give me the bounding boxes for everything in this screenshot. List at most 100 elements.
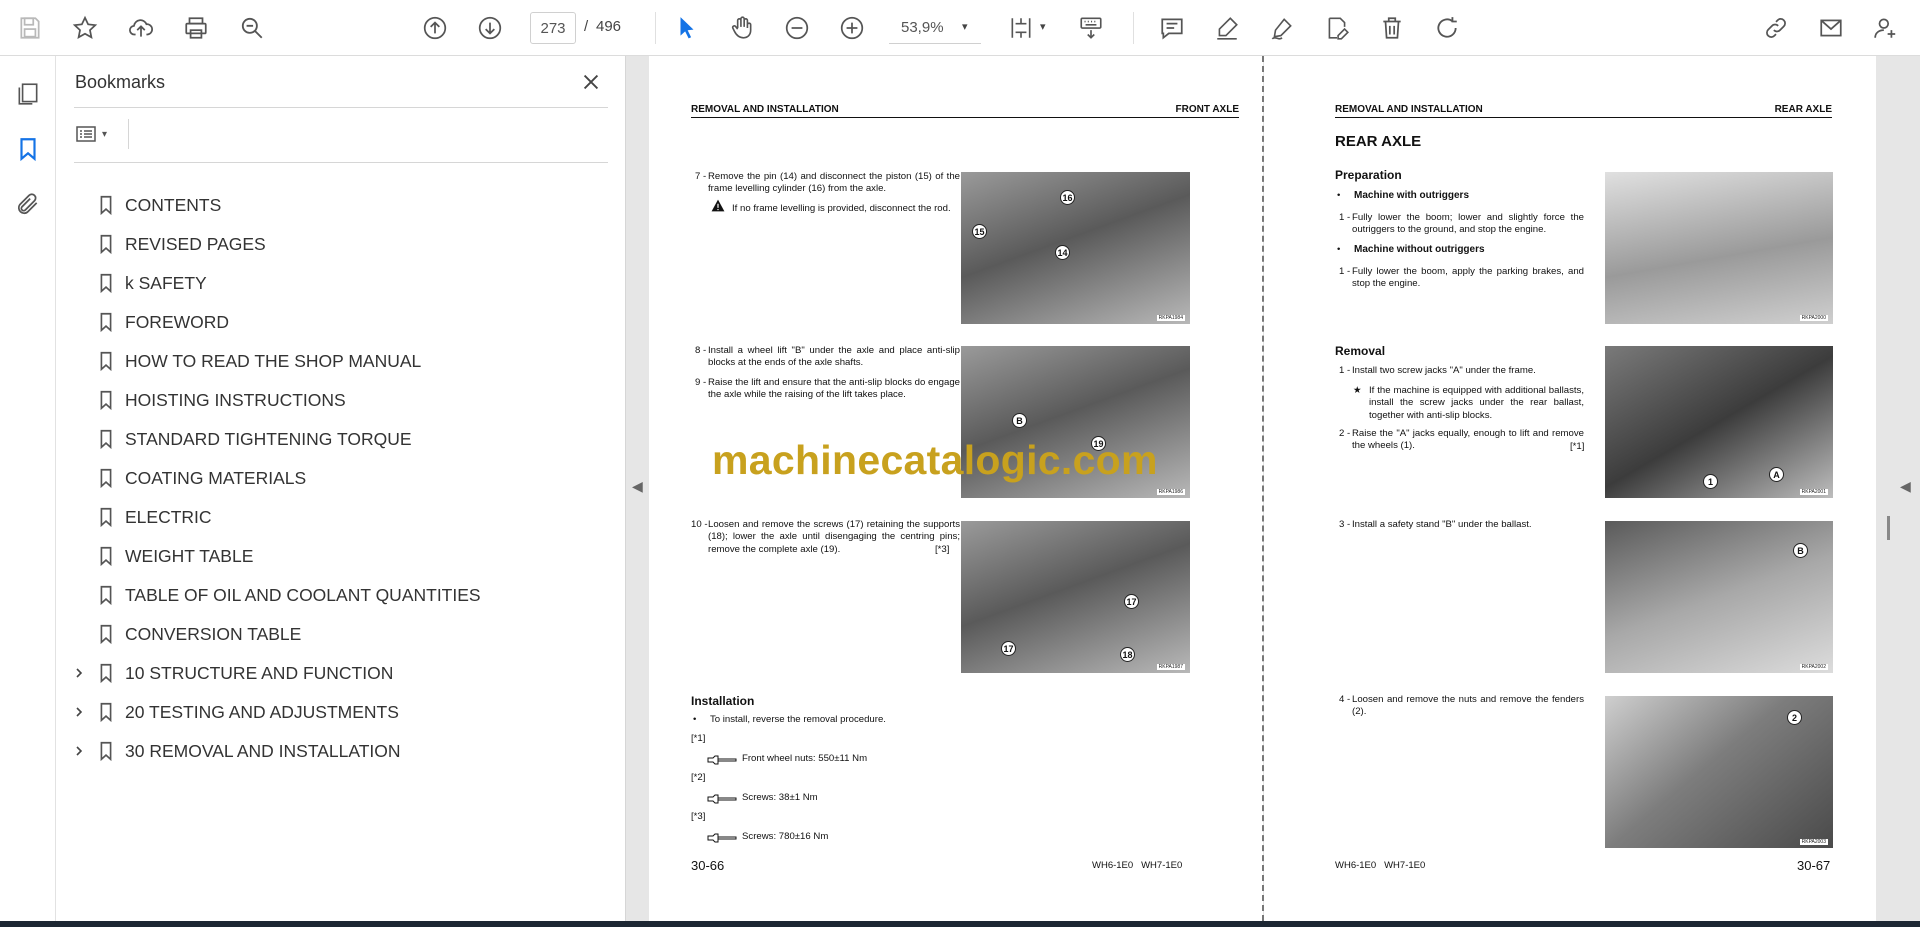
expand-chevron-icon[interactable]	[70, 703, 88, 721]
callout-label: 15	[972, 224, 987, 239]
bookmark-item[interactable]: COATING MATERIALS	[56, 460, 616, 496]
bookmark-label: 10 STRUCTURE AND FUNCTION	[125, 663, 394, 683]
share-link-icon[interactable]	[1759, 11, 1793, 45]
bookmark-item[interactable]: HOW TO READ THE SHOP MANUAL	[56, 343, 616, 379]
cloud-upload-icon[interactable]	[124, 11, 158, 45]
panel-title: Bookmarks	[75, 72, 166, 92]
bookmarks-panel-icon[interactable]	[10, 131, 46, 167]
zoom-dropdown-chevron-icon[interactable]: ▾	[962, 20, 968, 33]
chevron-down-icon[interactable]: ▾	[102, 129, 107, 140]
photo-safety-stand: B RKPA2002	[1605, 521, 1833, 673]
toolbar-divider	[1133, 12, 1134, 44]
section-title: Preparation	[1335, 168, 1402, 182]
star-icon: ★	[1353, 385, 1362, 396]
step-text: Fully lower the boom, apply the parking …	[1352, 266, 1584, 290]
callout-label: 18	[1120, 647, 1135, 662]
bookmark-item[interactable]: WEIGHT TABLE	[56, 538, 616, 574]
expand-chevron-icon[interactable]	[70, 664, 88, 682]
bullet: •	[1337, 190, 1341, 201]
step-text: Install two screw jacks "A" under the fr…	[1352, 365, 1536, 376]
select-cursor-icon[interactable]	[670, 11, 704, 45]
zoom-in-icon[interactable]	[835, 11, 869, 45]
bookmark-label: COATING MATERIALS	[125, 468, 307, 488]
photo-fenders: 2 RKPA2003	[1605, 696, 1833, 848]
step-text: Raise the lift and ensure that the anti-…	[708, 377, 960, 401]
step-text: Install a wheel lift "B" under the axle …	[708, 345, 960, 369]
email-icon[interactable]	[1814, 11, 1848, 45]
warning-icon	[711, 199, 725, 212]
zoom-search-icon[interactable]	[235, 11, 269, 45]
rotate-icon[interactable]	[1430, 11, 1464, 45]
page-thumbnails-icon[interactable]	[10, 76, 46, 112]
note-text: If the machine is equipped with addition…	[1369, 385, 1584, 421]
callout-label: A	[1769, 467, 1784, 482]
bookmark-item[interactable]: REVISED PAGES	[56, 226, 616, 262]
step-number: 1 -	[1339, 212, 1351, 223]
reference-label: [*1]	[691, 733, 706, 744]
photo-code: RKPA2002	[1799, 664, 1828, 670]
bookmark-star-icon[interactable]	[68, 11, 102, 45]
delete-trash-icon[interactable]	[1375, 11, 1409, 45]
bookmark-options-button[interactable]: ▾	[74, 119, 118, 149]
bookmark-label: CONVERSION TABLE	[125, 624, 302, 644]
expand-chevron-icon[interactable]	[70, 742, 88, 760]
bookmark-icon	[94, 232, 118, 256]
bookmark-item[interactable]: ELECTRIC	[56, 499, 616, 535]
toolbar-divider	[655, 12, 656, 44]
callout-label: 1	[1703, 474, 1718, 489]
bookmark-item[interactable]: FOREWORD	[56, 304, 616, 340]
page-header-right: REAR AXLE	[1774, 104, 1832, 115]
previous-page-icon[interactable]	[418, 11, 452, 45]
photo-code: RKPA1986	[1156, 489, 1185, 495]
bookmark-item[interactable]: 30 REMOVAL AND INSTALLATION	[56, 733, 616, 769]
bookmark-item[interactable]: k SAFETY	[56, 265, 616, 301]
pdf-page-left: REMOVAL AND INSTALLATION FRONT AXLE 7 - …	[649, 56, 1263, 921]
bookmark-icon	[94, 739, 118, 763]
callout-label: 17	[1124, 594, 1139, 609]
highlight-pen-icon[interactable]	[1210, 11, 1244, 45]
hand-tool-icon[interactable]	[725, 11, 759, 45]
bookmark-item[interactable]: CONTENTS	[56, 187, 616, 223]
bookmark-label: CONTENTS	[125, 195, 222, 215]
comment-icon[interactable]	[1155, 11, 1189, 45]
edit-text-icon[interactable]	[1320, 11, 1354, 45]
bookmark-item[interactable]: HOISTING INSTRUCTIONS	[56, 382, 616, 418]
photo-machine-outriggers: RKPA2000	[1605, 172, 1833, 324]
save-icon[interactable]	[13, 11, 47, 45]
torque-spec: Screws: 38±1 Nm	[742, 792, 818, 803]
page-total: 496	[596, 18, 622, 35]
callout-label: B	[1012, 413, 1027, 428]
bookmark-icon	[94, 310, 118, 334]
photo-code: RKPA2000	[1799, 315, 1828, 321]
bookmark-item[interactable]: TABLE OF OIL AND COOLANT QUANTITIES	[56, 577, 616, 613]
scrollbar-thumb[interactable]	[1887, 516, 1890, 540]
bookmark-label: REVISED PAGES	[125, 234, 266, 254]
next-page-icon[interactable]	[473, 11, 507, 45]
expand-right-panel-arrow-icon[interactable]: ◀	[1900, 478, 1911, 495]
photo-code: RKPA1984	[1156, 315, 1185, 321]
add-user-icon[interactable]	[1869, 11, 1903, 45]
draw-signature-icon[interactable]	[1265, 11, 1299, 45]
bullet: •	[693, 714, 697, 725]
bookmark-item[interactable]: STANDARD TIGHTENING TORQUE	[56, 421, 616, 457]
bookmark-item[interactable]: 10 STRUCTURE AND FUNCTION	[56, 655, 616, 691]
collapse-panel-arrow-icon[interactable]: ◀	[632, 478, 643, 495]
bullet: •	[1337, 244, 1341, 255]
fit-dropdown-chevron-icon[interactable]: ▾	[1040, 20, 1046, 33]
step-number: 1 -	[1339, 365, 1351, 376]
attachments-paperclip-icon[interactable]	[10, 186, 46, 222]
close-icon[interactable]	[577, 68, 605, 96]
photo-code: RKPA1987	[1156, 664, 1185, 670]
step-text: Raise the "A" jacks equally, enough to l…	[1352, 428, 1584, 452]
fit-page-icon[interactable]	[1004, 11, 1038, 45]
bookmark-item[interactable]: CONVERSION TABLE	[56, 616, 616, 652]
bookmark-icon	[94, 505, 118, 529]
zoom-out-icon[interactable]	[780, 11, 814, 45]
keyboard-scroll-icon[interactable]	[1074, 11, 1108, 45]
torque-spec: Screws: 780±16 Nm	[742, 831, 829, 842]
torque-wrench-icon	[706, 792, 738, 804]
page-number: 30-67	[1797, 858, 1831, 873]
page-number-input[interactable]: 273	[530, 12, 576, 44]
bookmark-item[interactable]: 20 TESTING AND ADJUSTMENTS	[56, 694, 616, 730]
print-icon[interactable]	[179, 11, 213, 45]
